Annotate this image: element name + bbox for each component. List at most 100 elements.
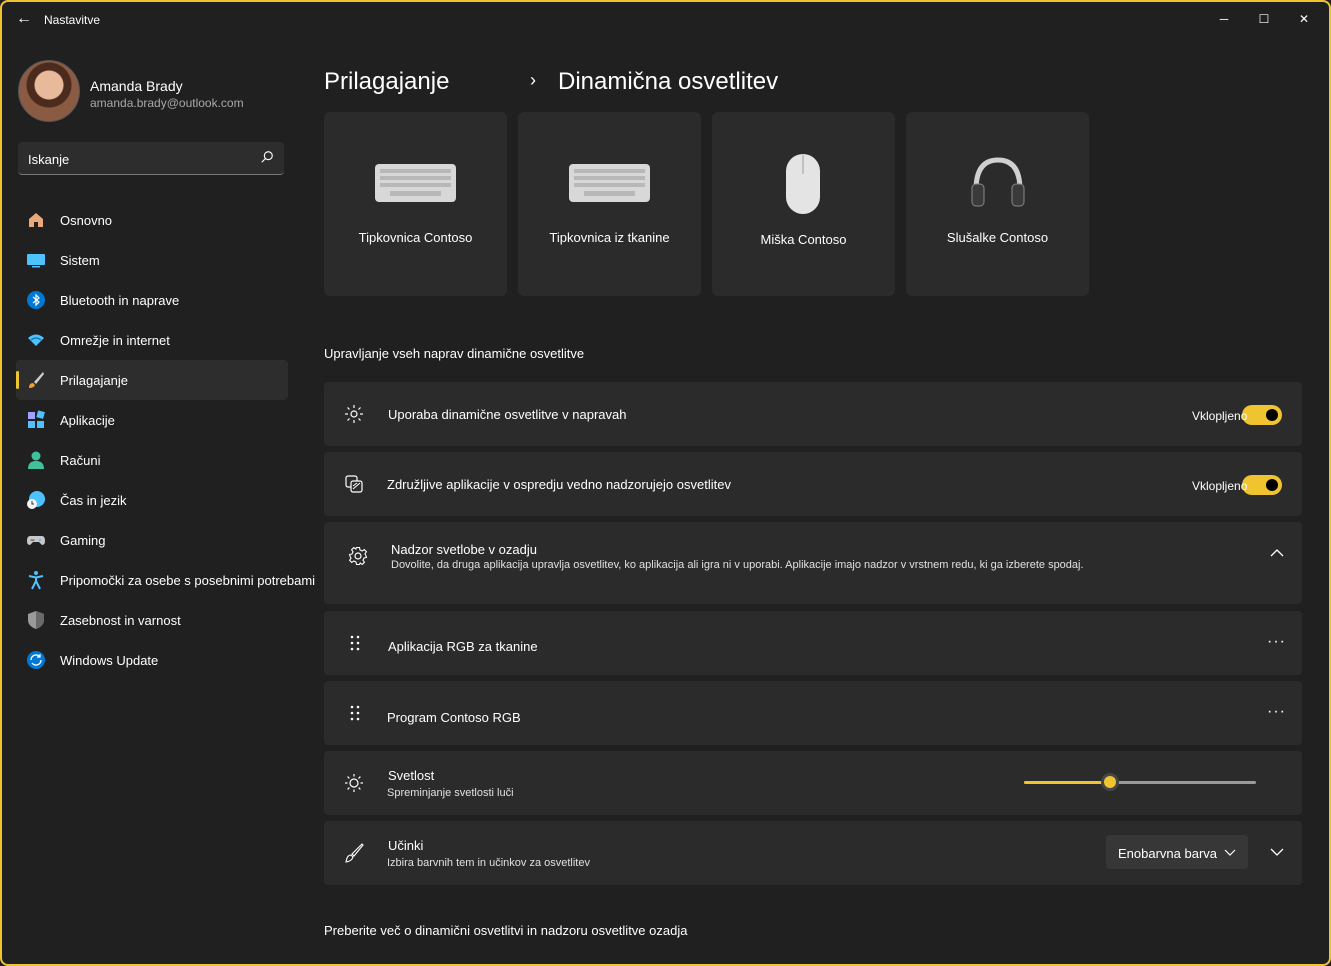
device-card[interactable]: Tipkovnica iz tkanine	[518, 112, 701, 296]
sidebar-item-bluetooth[interactable]: Bluetooth in naprave	[16, 280, 288, 320]
avatar[interactable]	[18, 60, 80, 122]
setting-brightness: Svetlost Spreminjanje svetlosti luči	[324, 751, 1302, 815]
app-name: Aplikacija RGB za tkanine	[388, 639, 538, 654]
toggle-knob	[1266, 479, 1278, 491]
chevron-up-icon[interactable]	[1270, 548, 1284, 558]
shield-icon	[28, 611, 44, 629]
sidebar-item-label: Sistem	[60, 253, 100, 268]
drag-handle-icon[interactable]	[345, 633, 365, 653]
sidebar-item-label: Zasebnost in varnost	[60, 613, 181, 628]
setting-background-control[interactable]: Nadzor svetlobe v ozadju Dovolite, da dr…	[324, 522, 1302, 604]
sidebar-item-label: Omrežje in internet	[60, 333, 170, 348]
use-dynamic-toggle[interactable]: Vklopljeno	[1182, 404, 1282, 426]
background-app-row[interactable]: Aplikacija RGB za tkanine ···	[324, 611, 1302, 675]
sidebar-item-label: Prilagajanje	[60, 373, 128, 388]
sidebar-item-label: Bluetooth in naprave	[60, 293, 180, 308]
brush-icon	[29, 372, 44, 388]
sidebar-item-omrezje[interactable]: Omrežje in internet	[16, 320, 288, 360]
sidebar-item-racuni[interactable]: Računi	[16, 440, 288, 480]
close-button[interactable]: ✕	[1289, 8, 1319, 30]
sidebar-item-aplikacije[interactable]: Aplikacije	[16, 400, 288, 440]
sidebar-item-label: Aplikacije	[60, 413, 115, 428]
sidebar-item-gaming[interactable]: Gaming	[16, 520, 288, 560]
slider-fill	[1024, 781, 1110, 784]
sidebar-item-label: Pripomočki za osebe s posebnimi potrebam…	[60, 573, 316, 588]
drag-handle-icon[interactable]	[345, 703, 365, 723]
learn-more-link[interactable]: Preberite več o dinamični osvetlitvi in …	[324, 923, 687, 938]
device-label: Tipkovnica iz tkanine	[549, 230, 670, 245]
sidebar-item-label: Čas in jezik	[60, 493, 127, 508]
device-label: Slušalke Contoso	[946, 230, 1049, 245]
wifi-icon	[28, 334, 44, 346]
headphones-icon	[971, 157, 1025, 207]
setting-subtitle: Spreminjanje svetlosti luči	[387, 787, 514, 799]
sidebar-item-label: Windows Update	[60, 653, 159, 668]
setting-subtitle: Izbira barvnih tem in učinkov za osvetli…	[387, 857, 590, 869]
device-card[interactable]: Miška Contoso	[712, 112, 895, 296]
sidebar-item-pripomocki[interactable]: Pripomočki za osebe s posebnimi potrebam…	[16, 560, 315, 600]
apps-icon	[28, 410, 45, 428]
foreground-toggle[interactable]: Vklopljeno	[1182, 474, 1282, 496]
effects-dropdown[interactable]: Enobarvna barva	[1106, 835, 1248, 869]
home-icon	[29, 213, 43, 227]
window-title: Nastavitve	[44, 13, 101, 27]
toggle-switch[interactable]	[1242, 405, 1282, 425]
sidebar-item-label: Osnovno	[60, 213, 113, 228]
toggle-state: Vklopljeno	[1192, 409, 1248, 423]
device-label: Miška Contoso	[760, 232, 847, 247]
update-icon	[27, 651, 45, 669]
device-card[interactable]: Slušalke Contoso	[906, 112, 1089, 296]
setting-foreground-apps: Združljive aplikacije v ospredju vedno n…	[324, 452, 1302, 516]
system-icon	[27, 254, 45, 268]
accessibility-icon	[28, 571, 44, 590]
sidebar-item-osnovno[interactable]: Osnovno	[16, 200, 288, 240]
toggle-knob	[1266, 409, 1278, 421]
clock-globe-icon	[27, 491, 45, 509]
search-box	[18, 142, 284, 175]
slider-thumb-center	[1104, 776, 1116, 788]
back-button[interactable]: ←	[14, 10, 34, 28]
user-email: amanda.brady@outlook.com	[90, 96, 244, 110]
setting-title: Svetlost	[388, 768, 435, 783]
apps-lighting-icon	[345, 475, 363, 493]
active-indicator	[16, 371, 19, 389]
setting-effects: Učinki Izbira barvnih tem in učinkov za …	[324, 821, 1302, 885]
background-app-row[interactable]: Program Contoso RGB ···	[324, 681, 1302, 745]
chevron-down-icon[interactable]	[1270, 847, 1284, 857]
toggle-switch[interactable]	[1242, 475, 1282, 495]
more-options-button[interactable]: ···	[1267, 633, 1286, 651]
section-title: Upravljanje vseh naprav dinamične osvetl…	[324, 346, 585, 361]
sidebar-item-cas-jezik[interactable]: Čas in jezik	[16, 480, 288, 520]
sidebar-item-label: Gaming	[60, 533, 106, 548]
setting-title: Učinki	[388, 838, 424, 853]
gamepad-icon	[27, 536, 45, 545]
app-name: Program Contoso RGB	[387, 710, 521, 725]
keyboard-icon	[375, 164, 456, 202]
breadcrumb-parent[interactable]: Prilagajanje	[324, 68, 449, 96]
settings-window: ← Nastavitve ─ ☐ ✕ Amanda Brady amanda.b…	[0, 0, 1331, 966]
search-input[interactable]	[28, 150, 248, 168]
setting-use-dynamic-lighting: Uporaba dinamične osvetlitve v napravah …	[324, 382, 1302, 446]
sidebar-item-windows-update[interactable]: Windows Update	[16, 640, 288, 680]
search-icon[interactable]	[260, 150, 274, 164]
sidebar-item-sistem[interactable]: Sistem	[16, 240, 288, 280]
setting-subtitle: Dovolite, da druga aplikacija upravlja o…	[391, 559, 1084, 571]
brush-icon	[345, 843, 364, 863]
user-name: Amanda Brady	[90, 78, 183, 94]
brightness-slider[interactable]	[1024, 773, 1256, 791]
setting-title: Združljive aplikacije v ospredju vedno n…	[387, 477, 731, 492]
maximize-button[interactable]: ☐	[1249, 8, 1279, 30]
device-card[interactable]: Tipkovnica Contoso	[324, 112, 507, 296]
chevron-down-icon	[1224, 849, 1236, 856]
more-options-button[interactable]: ···	[1267, 703, 1286, 721]
gear-icon	[348, 546, 368, 566]
account-icon	[28, 451, 44, 469]
minimize-button[interactable]: ─	[1209, 8, 1239, 30]
sidebar-nav: Osnovno Sistem Bluetooth in naprave Omre…	[16, 200, 315, 680]
effects-selected: Enobarvna barva	[1118, 846, 1218, 861]
slider-thumb[interactable]	[1101, 773, 1119, 791]
page-title: Dinamična osvetlitev	[558, 68, 779, 95]
sidebar-item-prilagajanje[interactable]: Prilagajanje	[16, 360, 288, 400]
title-bar: ← Nastavitve ─ ☐ ✕	[2, 2, 1329, 36]
sidebar-item-zasebnost[interactable]: Zasebnost in varnost	[16, 600, 288, 640]
